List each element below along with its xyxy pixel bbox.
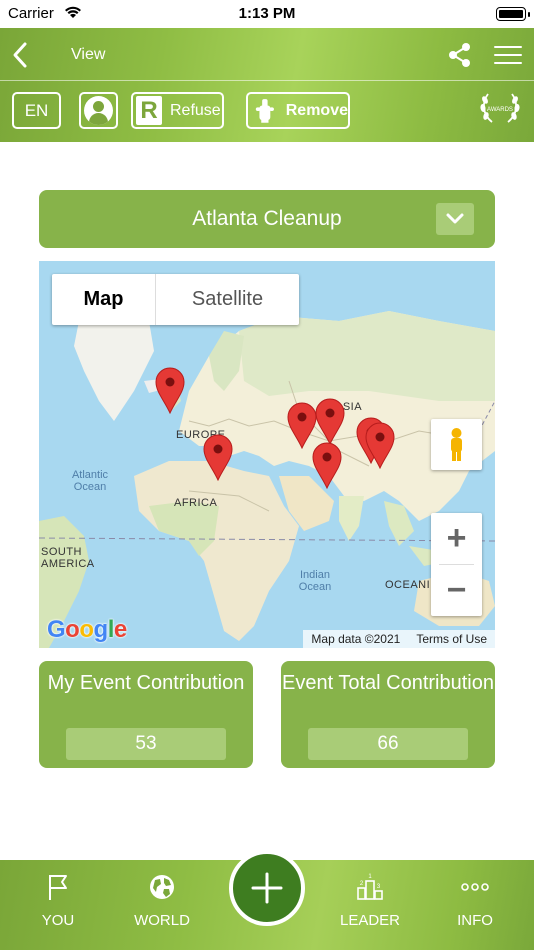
refuse-button[interactable]: R Refuse [131, 92, 224, 129]
globe-icon [150, 875, 174, 899]
status-bar: Carrier 1:13 PM [0, 0, 534, 28]
svg-text:1: 1 [368, 874, 372, 880]
map-type-satellite-label: Satellite [191, 288, 264, 310]
app-header: View EN R Refuse Remove AWARDS [0, 28, 534, 142]
awards-laurel-icon: AWARDS [480, 93, 520, 123]
map-label-south-america: SOUTH AMERICA [41, 546, 95, 570]
flag-icon [49, 875, 67, 900]
map-pin[interactable] [154, 366, 186, 414]
event-dropdown[interactable]: Atlanta Cleanup [39, 190, 495, 248]
menu-button[interactable] [494, 42, 522, 68]
svg-text:3: 3 [377, 884, 381, 890]
share-button[interactable] [446, 40, 474, 70]
map-pin[interactable] [314, 397, 346, 445]
tab-leader[interactable]: 213 LEADER [330, 872, 410, 936]
tab-leader-label: LEADER [339, 912, 401, 929]
chevron-down-icon [446, 213, 464, 224]
tab-info-label: INFO [457, 912, 493, 929]
street-view-pegman[interactable] [431, 419, 482, 470]
hamburger-icon [494, 46, 522, 48]
map-pin[interactable] [364, 421, 396, 469]
add-button[interactable] [229, 850, 305, 926]
total-contribution-value: 66 [308, 728, 468, 760]
map-type-map[interactable]: Map [52, 274, 156, 325]
zoom-out-button[interactable]: − [431, 565, 482, 616]
tab-you-label: YOU [41, 912, 75, 929]
world-map[interactable]: Map Satellite EUROPE AFRICA SOUTH AMERIC… [39, 261, 495, 648]
map-label-africa: AFRICA [174, 497, 218, 509]
header-divider [0, 80, 534, 81]
tab-you[interactable]: YOU [18, 872, 98, 936]
page-title: View [71, 46, 106, 63]
map-attribution: Map data ©2021 Terms of Use [303, 630, 495, 648]
total-contribution-label: Event Total Contribution [282, 672, 494, 694]
zoom-controls: + − [431, 513, 482, 616]
profile-button[interactable] [79, 92, 118, 129]
battery-icon [496, 7, 530, 21]
plus-icon [251, 872, 283, 904]
map-type-map-label: Map [83, 288, 124, 310]
tab-world[interactable]: WORLD [122, 872, 202, 936]
total-contribution-card: Event Total Contribution 66 [281, 661, 495, 768]
pegman-icon [451, 428, 462, 461]
map-label-atlantic: Atlantic Ocean [71, 469, 109, 493]
user-icon [84, 96, 113, 125]
remove-label: Remove [285, 101, 348, 119]
leaderboard-podium-icon: 213 [357, 874, 383, 900]
svg-text:2: 2 [360, 881, 364, 887]
tab-info[interactable]: INFO [435, 872, 515, 936]
map-pin[interactable] [311, 441, 343, 489]
map-type-satellite[interactable]: Satellite [156, 274, 299, 325]
refuse-label: Refuse [170, 101, 221, 119]
google-logo: Google [47, 616, 127, 643]
map-label-indian: Indian Ocean [298, 569, 332, 593]
dropdown-toggle[interactable] [436, 203, 474, 235]
my-contribution-label: My Event Contribution [47, 672, 245, 694]
event-name: Atlanta Cleanup [192, 207, 342, 230]
map-pin[interactable] [202, 433, 234, 481]
remove-button[interactable]: Remove [246, 92, 350, 129]
awards-button[interactable]: AWARDS [478, 90, 522, 126]
clock: 1:13 PM [238, 5, 296, 22]
language-button[interactable]: EN [12, 92, 61, 129]
my-contribution-value: 53 [66, 728, 226, 760]
terms-of-use-link[interactable]: Terms of Use [408, 632, 495, 646]
more-dots-icon [461, 883, 489, 891]
share-icon [449, 43, 470, 67]
my-contribution-card: My Event Contribution 53 [39, 661, 253, 768]
zoom-in-button[interactable]: + [431, 513, 482, 564]
tab-world-label: WORLD [134, 912, 190, 929]
awards-label: AWARDS [487, 107, 513, 113]
refuse-r-icon: R [136, 96, 162, 125]
back-button[interactable] [8, 38, 34, 72]
map-data-label: Map data ©2021 [311, 632, 401, 646]
map-label-oceania: OCEANI [385, 579, 431, 591]
map-type-toggle: Map Satellite [52, 274, 299, 325]
grab-hand-icon [255, 99, 274, 123]
chevron-left-icon [13, 42, 27, 68]
